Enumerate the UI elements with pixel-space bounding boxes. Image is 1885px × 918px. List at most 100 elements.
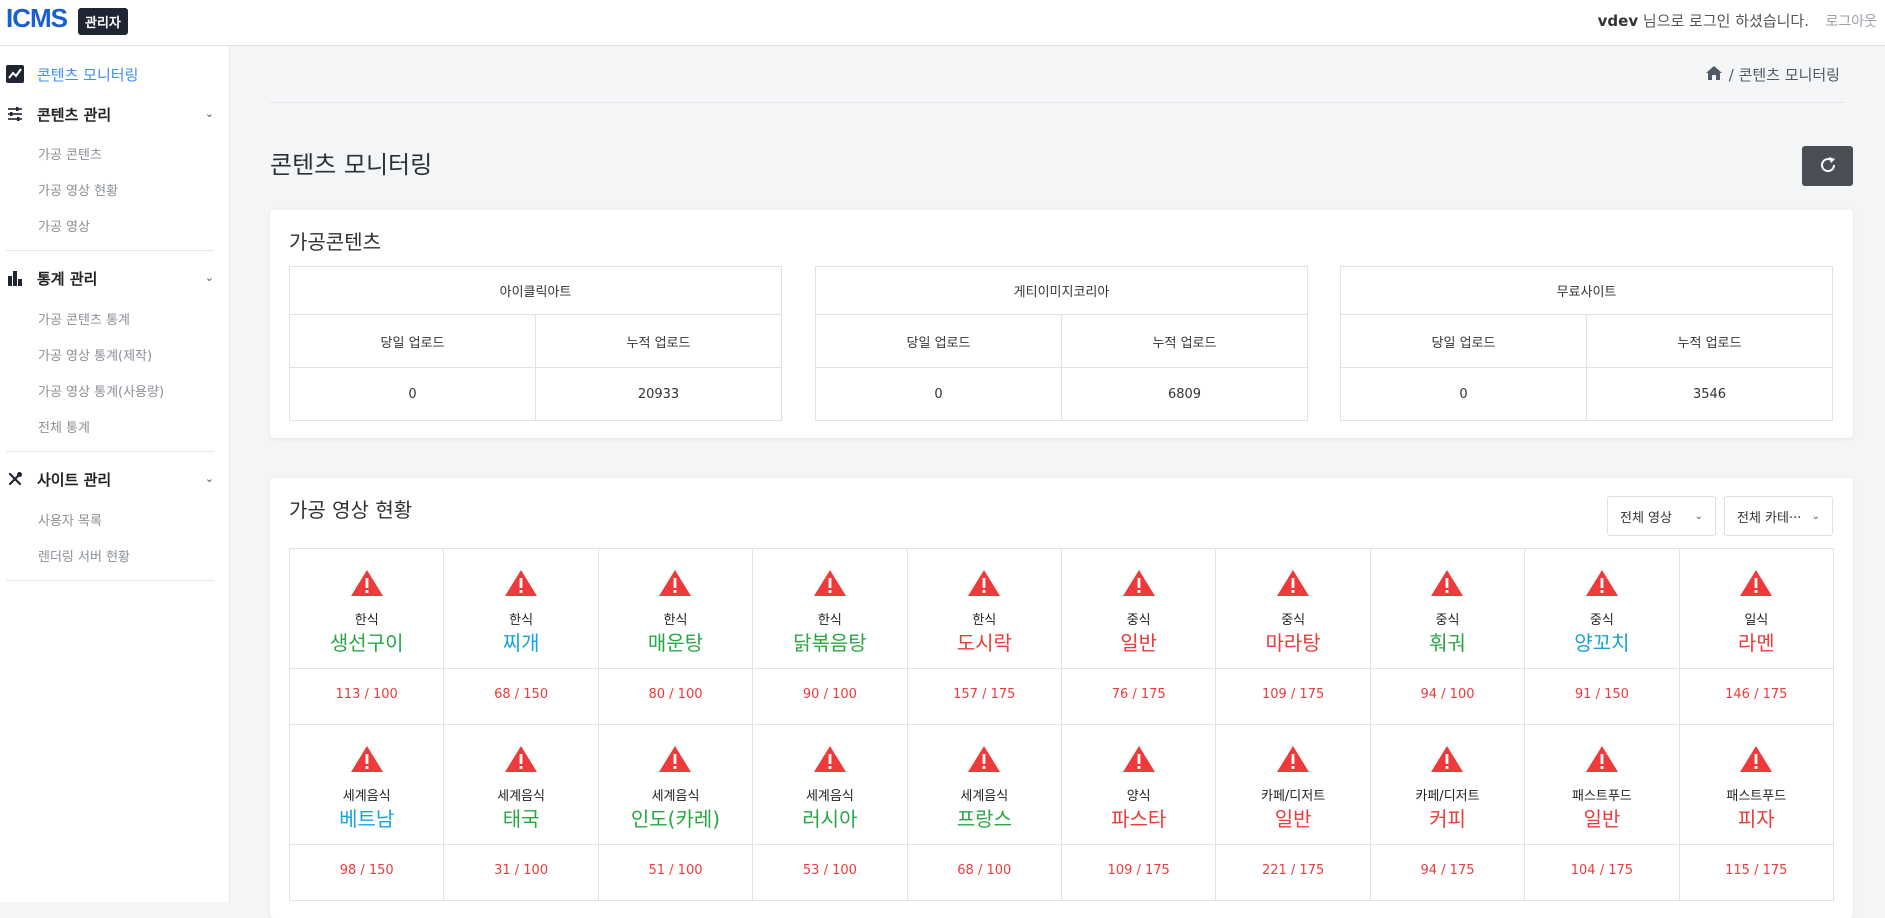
login-status: vdev 님으로 로그인 하셨습니다. bbox=[1598, 10, 1809, 31]
home-icon[interactable] bbox=[1705, 65, 1723, 85]
warning-icon bbox=[813, 745, 847, 777]
video-status-cell[interactable]: 세계음식 태국 31 / 100 bbox=[444, 725, 599, 901]
video-status-cell[interactable]: 중식 마라탕 109 / 175 bbox=[1216, 549, 1371, 725]
sidebar-item-user-list[interactable]: 사용자 목록 bbox=[38, 510, 102, 529]
video-category: 일식 bbox=[1744, 613, 1769, 628]
sidebar-item-video-stats-usage[interactable]: 가공 영상 통계(사용량) bbox=[38, 381, 164, 400]
site-name: 무료사이트 bbox=[1340, 266, 1833, 315]
video-status-cell[interactable]: 한식 생선구이 113 / 100 bbox=[290, 549, 445, 725]
sidebar-item-monitoring[interactable]: 콘텐츠 모니터링 bbox=[6, 62, 214, 86]
refresh-button[interactable] bbox=[1802, 146, 1853, 186]
chevron-down-icon: ⌄ bbox=[204, 472, 214, 485]
video-count: 221 / 175 bbox=[1261, 863, 1325, 878]
video-status-cell-header: 패스트푸드 피자 bbox=[1679, 725, 1833, 845]
today-upload-label: 당일 업로드 bbox=[1340, 314, 1587, 368]
category-filter-select[interactable]: 전체 카테··· ⌄ bbox=[1724, 496, 1833, 536]
video-status-cell-header: 일식라멘 bbox=[1679, 549, 1833, 669]
video-status-cell[interactable]: 한식 닭볶음탕 90 / 100 bbox=[753, 549, 908, 725]
sidebar-item-video-stats-production[interactable]: 가공 영상 통계(제작) bbox=[38, 345, 152, 364]
video-count: 115 / 175 bbox=[1725, 863, 1788, 878]
processed-content-card: 가공콘텐츠 아이클릭아트 당일 업로드 누적 업로드 0 20933 게티이미지코리… bbox=[270, 210, 1853, 438]
video-category: 한식 bbox=[972, 613, 997, 628]
video-status-cell[interactable]: 세계음식 베트남 98 / 150 bbox=[290, 725, 445, 901]
warning-icon bbox=[1276, 745, 1310, 777]
video-subcategory: 태국 bbox=[502, 807, 540, 831]
sidebar-item-processed-content[interactable]: 가공 콘텐츠 bbox=[38, 144, 102, 163]
breadcrumb: / 콘텐츠 모니터링 bbox=[1705, 64, 1840, 85]
video-subcategory: 라멘 bbox=[1737, 631, 1775, 655]
video-subcategory: 커피 bbox=[1429, 807, 1466, 831]
tools-icon bbox=[6, 470, 24, 488]
breadcrumb-divider bbox=[270, 102, 1845, 103]
video-status-cell[interactable]: 중식 양꼬치 91 / 150 bbox=[1525, 549, 1680, 725]
video-count: 94 / 175 bbox=[1420, 863, 1475, 878]
sidebar-group-site[interactable]: 사이트 관리 ⌄ bbox=[6, 467, 214, 491]
video-status-cell[interactable]: 한식 도시락 157 / 175 bbox=[907, 549, 1062, 725]
warning-icon bbox=[1585, 569, 1619, 601]
sidebar-item-video-status[interactable]: 가공 영상 현황 bbox=[38, 180, 118, 199]
video-status-cell[interactable]: 중식 훠궈 94 / 100 bbox=[1370, 549, 1526, 725]
site-stats-table: 아이클릭아트 당일 업로드 누적 업로드 0 20933 bbox=[289, 266, 782, 421]
video-count: 68 / 150 bbox=[494, 687, 549, 702]
video-status-cell[interactable]: 한식 찌개 68 / 150 bbox=[444, 549, 599, 725]
line-chart-icon bbox=[6, 65, 24, 83]
video-status-cell[interactable]: 양식 파스타 109 / 175 bbox=[1061, 725, 1217, 901]
video-category: 한식 bbox=[663, 613, 688, 628]
video-count: 90 / 100 bbox=[802, 687, 857, 702]
warning-icon bbox=[1739, 569, 1773, 601]
video-status-cell[interactable]: 한식 매운탕 80 / 100 bbox=[598, 549, 754, 725]
warning-icon bbox=[504, 745, 538, 777]
video-category: 패스트푸드 bbox=[1726, 789, 1787, 804]
site-stats-table: 게티이미지코리아 당일 업로드 누적 업로드 0 6809 bbox=[815, 266, 1308, 421]
video-category: 카페/디저트 bbox=[1261, 789, 1326, 804]
video-count: 51 / 100 bbox=[648, 863, 703, 878]
video-category: 세계음식 bbox=[342, 789, 391, 804]
video-category: 중식 bbox=[1281, 613, 1306, 628]
sidebar-item-processed-video[interactable]: 가공 영상 bbox=[38, 216, 90, 235]
video-subcategory: 도시락 bbox=[956, 631, 1012, 655]
video-status-cell-header: 한식 매운탕 bbox=[598, 549, 753, 669]
video-status-cell[interactable]: 카페/디저트 일반 221 / 175 bbox=[1216, 725, 1371, 901]
today-upload-label: 당일 업로드 bbox=[289, 314, 536, 368]
bar-chart-icon bbox=[6, 269, 24, 287]
video-status-cell[interactable]: 일식 라멘 146 / 175 bbox=[1679, 549, 1834, 725]
video-category: 세계음식 bbox=[960, 789, 1009, 804]
video-status-cell-header: 중식 일반 bbox=[1061, 549, 1216, 669]
sidebar-item-total-stats[interactable]: 전체 통계 bbox=[38, 417, 90, 436]
site-name: 게티이미지코리아 bbox=[815, 266, 1308, 315]
video-status-cell[interactable]: 세계음식 인도(카레) 51 / 100 bbox=[598, 725, 754, 901]
video-status-cell-header: 세계음식 인도(카레) bbox=[598, 725, 753, 845]
video-subcategory: 일반 bbox=[1120, 631, 1158, 655]
warning-icon bbox=[1276, 569, 1310, 601]
video-status-cell[interactable]: 패스트푸드 일반 104 / 175 bbox=[1525, 725, 1680, 901]
video-filter-value: 전체 영상 bbox=[1620, 510, 1672, 526]
video-status-cell[interactable]: 세계음식 러시아 53 / 100 bbox=[753, 725, 908, 901]
today-upload-value: 0 bbox=[1340, 367, 1587, 421]
video-filter-select[interactable]: 전체 영상 ⌄ bbox=[1607, 496, 1716, 536]
sidebar-item-content-stats[interactable]: 가공 콘텐츠 통계 bbox=[38, 309, 130, 328]
sliders-icon bbox=[6, 105, 24, 123]
video-subcategory: 훠궈 bbox=[1429, 631, 1466, 655]
video-status-grid: 한식 생선구이 113 / 100 한식 찌개 68 / 150 한식 매운탕 80 / 100… bbox=[289, 548, 1834, 901]
total-upload-label: 누적 업로드 bbox=[1586, 314, 1833, 368]
video-status-cell[interactable]: 중식 일반 76 / 175 bbox=[1061, 549, 1217, 725]
video-count: 76 / 175 bbox=[1111, 687, 1166, 702]
page-title: 콘텐츠 모니터링 bbox=[270, 151, 433, 179]
video-count: 31 / 100 bbox=[494, 863, 549, 878]
logout-link[interactable]: 로그아웃 bbox=[1825, 11, 1877, 31]
video-status-cell[interactable]: 카페/디저트 커피 94 / 175 bbox=[1370, 725, 1526, 901]
app-logo[interactable]: ICMS bbox=[6, 3, 68, 34]
video-status-cell[interactable]: 세계음식 프랑스 68 / 100 bbox=[907, 725, 1062, 901]
chevron-down-icon: ⌄ bbox=[1811, 510, 1820, 522]
sidebar-group-content[interactable]: 콘텐츠 관리 ⌄ bbox=[6, 102, 214, 126]
sidebar-group-stats[interactable]: 통계 관리 ⌄ bbox=[6, 266, 214, 290]
category-filter-value: 전체 카테··· bbox=[1737, 510, 1802, 526]
video-category: 중식 bbox=[1589, 613, 1614, 628]
site-name: 아이클릭아트 bbox=[289, 266, 782, 315]
refresh-icon bbox=[1819, 156, 1837, 177]
video-status-cell[interactable]: 패스트푸드 피자 115 / 175 bbox=[1679, 725, 1834, 901]
video-status-cell-header: 한식 생선구이 bbox=[290, 549, 444, 669]
video-category: 세계음식 bbox=[651, 789, 700, 804]
video-category: 한식 bbox=[817, 613, 842, 628]
sidebar-item-render-servers[interactable]: 렌더링 서버 현황 bbox=[38, 546, 130, 565]
